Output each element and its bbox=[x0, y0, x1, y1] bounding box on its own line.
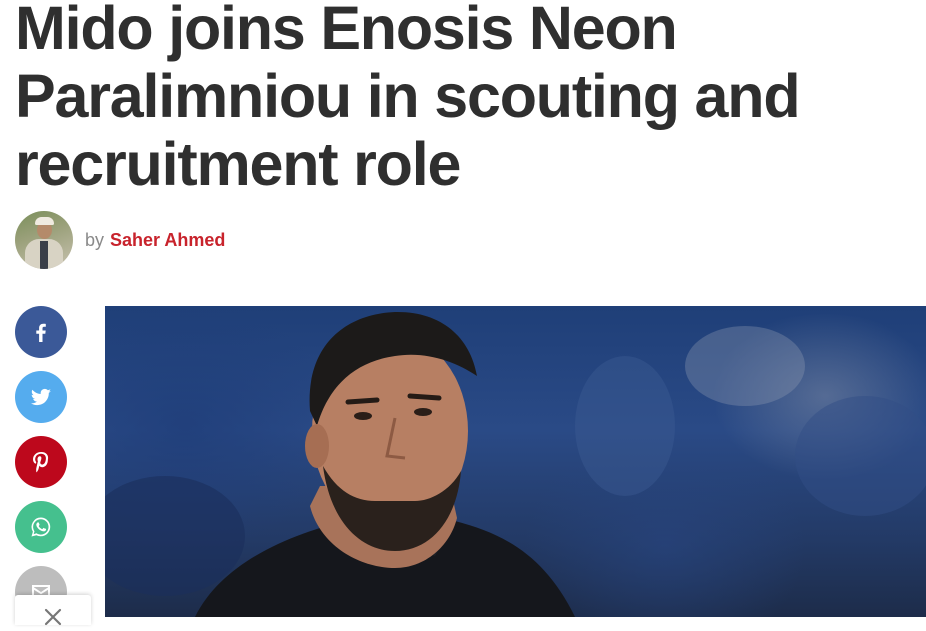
author-avatar[interactable] bbox=[15, 211, 73, 269]
whatsapp-share-button[interactable] bbox=[15, 501, 67, 553]
share-bar bbox=[15, 306, 69, 631]
article-title: Mido joins Enosis Neon Paralimniou in sc… bbox=[15, 0, 801, 198]
facebook-icon bbox=[36, 323, 46, 342]
twitter-share-button[interactable] bbox=[15, 371, 67, 423]
hero-photo-illustration bbox=[105, 311, 926, 617]
hero-image bbox=[105, 306, 926, 617]
facebook-share-button[interactable] bbox=[15, 306, 67, 358]
share-close-tab[interactable] bbox=[15, 595, 91, 627]
twitter-icon bbox=[30, 388, 51, 406]
pinterest-icon bbox=[33, 452, 49, 473]
pinterest-share-button[interactable] bbox=[15, 436, 67, 488]
author-link[interactable]: Saher Ahmed bbox=[110, 230, 225, 251]
close-icon[interactable] bbox=[43, 607, 63, 627]
whatsapp-icon bbox=[31, 517, 51, 537]
byline-prefix: by bbox=[85, 229, 105, 250]
byline: by Saher Ahmed bbox=[15, 211, 225, 269]
